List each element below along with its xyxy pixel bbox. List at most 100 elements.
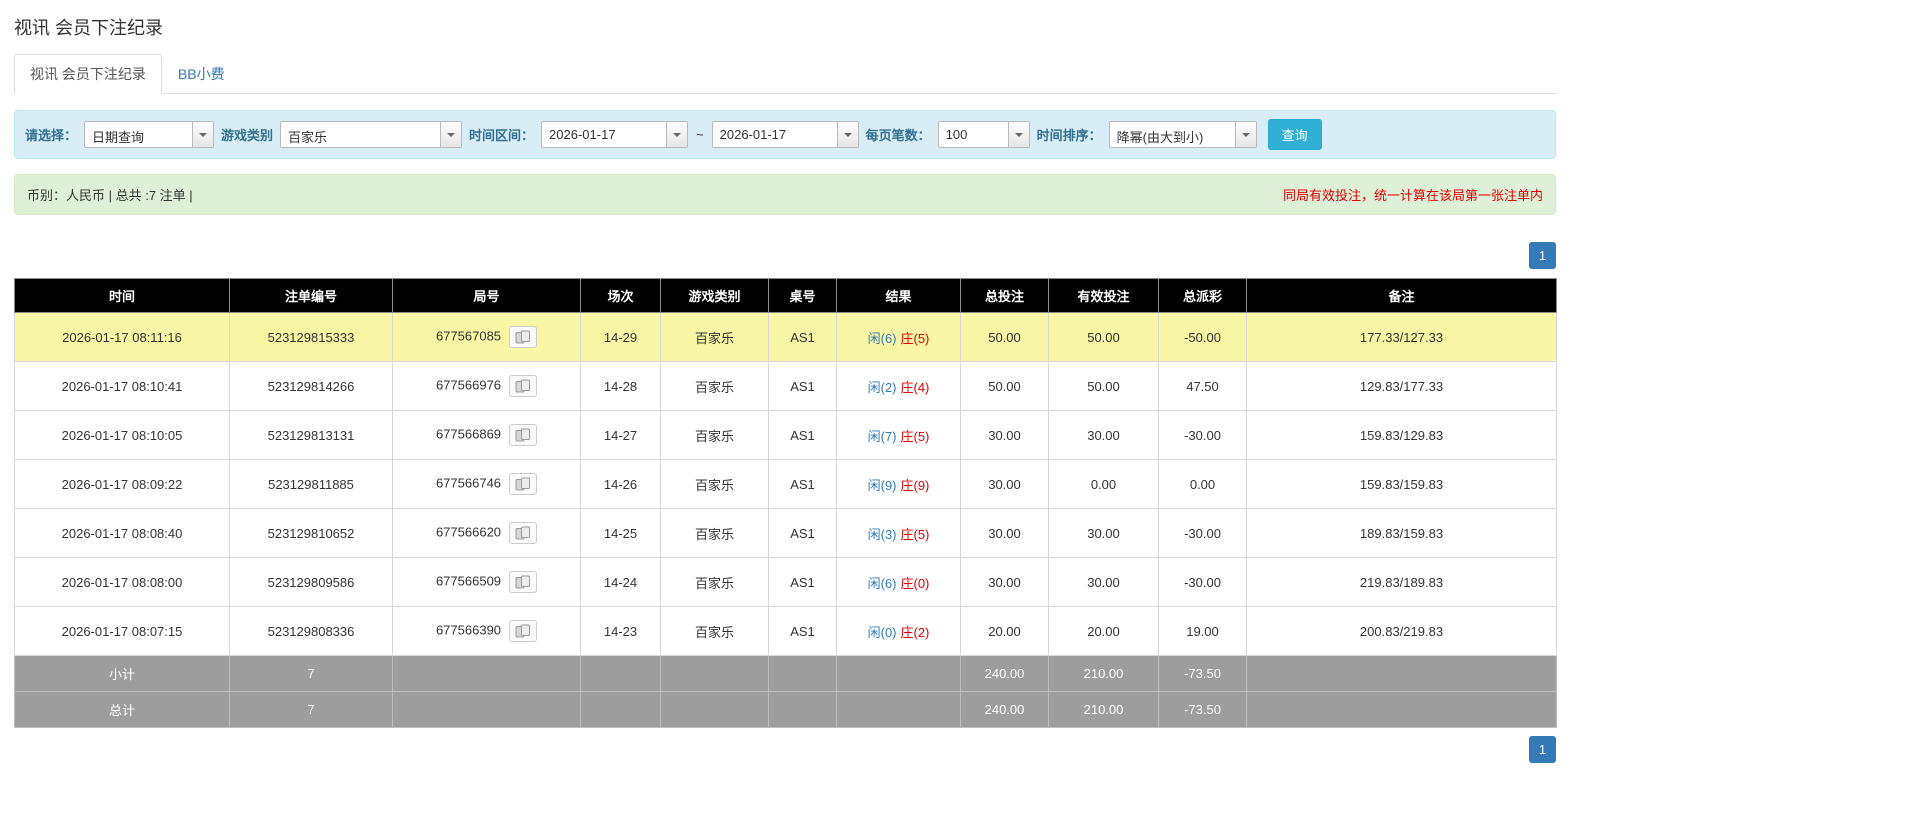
cell-session: 14-27 <box>580 410 661 460</box>
cell-result: 闲(2) 庄(4) <box>836 361 961 411</box>
page-title: 视讯 会员下注纪录 <box>14 18 164 38</box>
cell-time: 2026-01-17 08:10:05 <box>14 410 230 460</box>
round-result-cards-icon[interactable] <box>509 620 538 642</box>
cell-table-no: AS1 <box>768 361 837 411</box>
summary-notice: 同局有效投注，统一计算在该局第一张注单内 <box>1282 188 1543 203</box>
time-sort-value: 降幂(由大到小) <box>1116 130 1204 145</box>
cell-game-type: 百家乐 <box>660 459 769 509</box>
result-player: 闲(9) <box>867 477 897 493</box>
result-player: 闲(7) <box>867 428 897 444</box>
table-row: 2026-01-17 08:10:41 523129814266 6775669… <box>14 361 1557 411</box>
col-table-no: 桌号 <box>768 278 837 313</box>
date-to-select[interactable]: 2026-01-17 <box>711 121 859 148</box>
tab-betting-records[interactable]: 视讯 会员下注纪录 <box>14 54 162 94</box>
tab-bar: 视讯 会员下注纪录 BB小费 <box>14 54 1556 94</box>
result-player: 闲(3) <box>867 526 897 542</box>
cell-valid-bet: 50.00 <box>1048 361 1159 411</box>
summary-bar: 币别：人民币 | 总共 :7 注单 | 同局有效投注，统一计算在该局第一张注单内 <box>14 174 1556 215</box>
cell-game-type: 百家乐 <box>660 361 769 411</box>
chevron-down-icon[interactable] <box>440 122 462 147</box>
pagination-top: 1 <box>14 242 1556 269</box>
total-payout: -73.50 <box>1158 691 1247 728</box>
cell-total-bet[interactable]: 50.00 <box>960 312 1049 362</box>
cell-game-type: 百家乐 <box>660 312 769 362</box>
cell-payout: -30.00 <box>1158 410 1247 460</box>
cell-total-bet[interactable]: 30.00 <box>960 557 1049 607</box>
total-count: 7 <box>229 691 393 728</box>
cell-game-type: 百家乐 <box>660 606 769 656</box>
cell-valid-bet: 0.00 <box>1048 459 1159 509</box>
round-result-cards-icon[interactable] <box>509 326 538 348</box>
cell-total-bet[interactable]: 20.00 <box>960 606 1049 656</box>
subtotal-row: 小计 7 240.00 210.00 -73.50 <box>14 655 1557 692</box>
round-result-cards-icon[interactable] <box>509 522 538 544</box>
result-banker: 庄(5) <box>900 526 930 542</box>
tab-bb-tip-label: BB小费 <box>177 66 225 82</box>
cell-game-type: 百家乐 <box>660 508 769 558</box>
cell-remark: 129.83/177.33 <box>1246 361 1557 411</box>
time-sort-label: 时间排序： <box>1036 128 1102 143</box>
game-type-value: 百家乐 <box>288 130 328 145</box>
chevron-down-icon[interactable] <box>1234 122 1256 147</box>
cell-round-id: 677566390 <box>392 606 581 656</box>
cell-total-bet[interactable]: 30.00 <box>960 410 1049 460</box>
search-button[interactable]: 查询 <box>1267 119 1322 150</box>
query-type-label: 请选择： <box>25 128 78 143</box>
chevron-down-icon[interactable] <box>836 122 858 147</box>
date-from-select[interactable]: 2026-01-17 <box>541 121 689 148</box>
cell-bet-id: 523129808336 <box>229 606 393 656</box>
cell-round-id: 677566620 <box>392 508 581 558</box>
round-result-cards-icon[interactable] <box>509 424 538 446</box>
cell-result: 闲(0) 庄(2) <box>836 606 961 656</box>
result-player: 闲(6) <box>867 330 897 346</box>
table-row: 2026-01-17 08:09:22 523129811885 6775667… <box>14 459 1557 509</box>
cell-valid-bet: 30.00 <box>1048 410 1159 460</box>
round-id-value: 677566746 <box>435 475 502 491</box>
tab-bb-tip[interactable]: BB小费 <box>162 54 241 94</box>
table-row: 2026-01-17 08:10:05 523129813131 6775668… <box>14 410 1557 460</box>
cell-result: 闲(6) 庄(5) <box>836 312 961 362</box>
page-size-select[interactable]: 100 <box>937 121 1030 148</box>
cell-table-no: AS1 <box>768 459 837 509</box>
cell-total-bet[interactable]: 30.00 <box>960 459 1049 509</box>
page-1-button[interactable]: 1 <box>1529 242 1556 269</box>
chevron-down-icon[interactable] <box>666 122 688 147</box>
subtotal-label: 小计 <box>14 655 230 692</box>
subtotal-total-bet: 240.00 <box>960 655 1049 692</box>
cell-payout: -30.00 <box>1158 557 1247 607</box>
cell-bet-id: 523129810652 <box>229 508 393 558</box>
chevron-down-icon[interactable] <box>192 122 214 147</box>
col-valid-bet: 有效投注 <box>1048 278 1159 313</box>
cell-total-bet[interactable]: 30.00 <box>960 508 1049 558</box>
chevron-down-icon[interactable] <box>1007 122 1029 147</box>
cell-bet-id: 523129815333 <box>229 312 393 362</box>
cell-result: 闲(9) 庄(9) <box>836 459 961 509</box>
cell-valid-bet: 20.00 <box>1048 606 1159 656</box>
round-result-cards-icon[interactable] <box>509 473 538 495</box>
cell-round-id: 677567085 <box>392 312 581 362</box>
cell-table-no: AS1 <box>768 606 837 656</box>
time-sort-select[interactable]: 降幂(由大到小) <box>1108 121 1257 148</box>
col-round-id: 局号 <box>392 278 581 313</box>
page-1-button[interactable]: 1 <box>1529 736 1556 763</box>
cell-table-no: AS1 <box>768 410 837 460</box>
col-game-type: 游戏类别 <box>660 278 769 313</box>
query-type-select[interactable]: 日期查询 <box>84 121 215 148</box>
cell-round-id: 677566746 <box>392 459 581 509</box>
table-row: 2026-01-17 08:07:15 523129808336 6775663… <box>14 606 1557 656</box>
round-id-value: 677566620 <box>435 524 502 540</box>
round-id-value: 677567085 <box>435 328 502 344</box>
cell-round-id: 677566509 <box>392 557 581 607</box>
col-remark: 备注 <box>1246 278 1557 313</box>
table-body: 2026-01-17 08:11:16 523129815333 6775670… <box>14 312 1557 656</box>
game-type-select[interactable]: 百家乐 <box>280 121 463 148</box>
col-total-bet: 总投注 <box>960 278 1049 313</box>
cell-time: 2026-01-17 08:08:40 <box>14 508 230 558</box>
round-result-cards-icon[interactable] <box>509 375 538 397</box>
cell-valid-bet: 30.00 <box>1048 557 1159 607</box>
cell-total-bet[interactable]: 50.00 <box>960 361 1049 411</box>
table-row: 2026-01-17 08:08:00 523129809586 6775665… <box>14 557 1557 607</box>
cell-result: 闲(7) 庄(5) <box>836 410 961 460</box>
cell-remark: 189.83/159.83 <box>1246 508 1557 558</box>
round-result-cards-icon[interactable] <box>509 571 538 593</box>
